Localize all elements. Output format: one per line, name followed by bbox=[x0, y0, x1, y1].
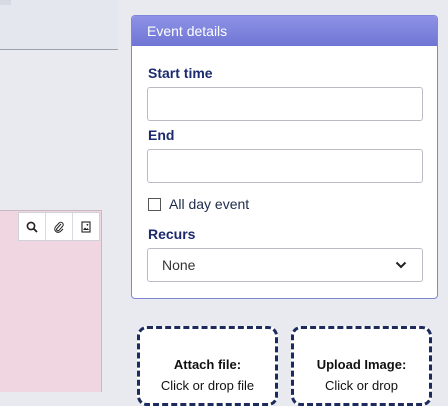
search-icon bbox=[26, 221, 38, 233]
start-time-input[interactable] bbox=[147, 87, 423, 121]
recurs-value: None bbox=[162, 257, 196, 273]
search-button[interactable] bbox=[19, 213, 46, 240]
event-details-panel: Event details Start time End All day eve… bbox=[131, 15, 438, 299]
all-day-label: All day event bbox=[169, 196, 250, 212]
insert-image-button[interactable] bbox=[73, 213, 99, 240]
recurs-label: Recurs bbox=[148, 226, 196, 242]
end-label: End bbox=[148, 127, 175, 143]
recurs-select[interactable]: None bbox=[147, 248, 423, 282]
upload-image-dropzone[interactable]: Upload Image: Click or drop bbox=[291, 326, 432, 406]
attach-file-title: Attach file: bbox=[173, 357, 242, 372]
all-day-checkbox[interactable] bbox=[148, 197, 161, 211]
end-input[interactable] bbox=[147, 149, 423, 183]
start-time-label: Start time bbox=[148, 65, 213, 81]
upload-image-title: Upload Image: bbox=[316, 357, 407, 372]
top-bar bbox=[0, 0, 11, 5]
attach-file-dropzone[interactable]: Attach file: Click or drop file bbox=[137, 326, 278, 406]
chevron-down-icon bbox=[395, 261, 407, 269]
top-strip bbox=[0, 0, 118, 50]
image-icon bbox=[81, 220, 91, 233]
attach-button[interactable] bbox=[46, 213, 73, 240]
paperclip-icon bbox=[54, 221, 64, 233]
editor-toolbar bbox=[18, 212, 100, 241]
all-day-row[interactable]: All day event bbox=[148, 196, 249, 212]
panel-title: Event details bbox=[132, 16, 437, 46]
